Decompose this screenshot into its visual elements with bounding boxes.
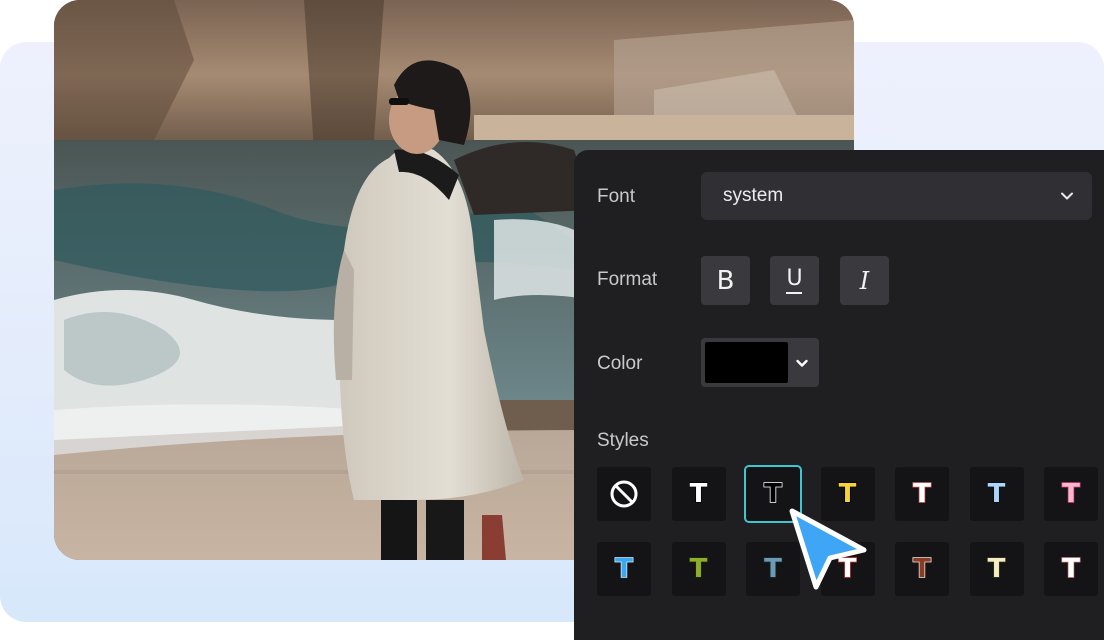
text-style-glyph: T bbox=[689, 554, 708, 584]
underline-glyph: U bbox=[786, 265, 803, 291]
text-style-glyph: T bbox=[987, 554, 1006, 584]
style-preset-row2-6[interactable]: T bbox=[969, 542, 1024, 596]
text-style-glyph: T bbox=[838, 479, 857, 509]
style-preset-row1-5[interactable]: T bbox=[895, 467, 949, 521]
bold-button[interactable]: B bbox=[701, 256, 750, 305]
text-style-glyph: T bbox=[689, 479, 708, 509]
text-style-glyph: T bbox=[763, 554, 782, 584]
style-preset-row2-7[interactable]: T bbox=[1044, 542, 1098, 596]
style-preset-row2-5[interactable]: T bbox=[895, 542, 949, 596]
chevron-down-icon bbox=[1061, 192, 1073, 200]
underline-button[interactable]: U bbox=[770, 256, 819, 305]
style-preset-none[interactable] bbox=[597, 467, 651, 521]
pointer-cursor-icon bbox=[789, 508, 867, 590]
text-style-glyph: T bbox=[987, 479, 1006, 509]
font-dropdown[interactable]: system bbox=[701, 172, 1092, 220]
format-label: Format bbox=[597, 269, 658, 290]
italic-icon: I bbox=[859, 266, 870, 295]
chevron-down-icon bbox=[796, 359, 808, 367]
text-style-glyph: T bbox=[614, 554, 633, 584]
text-style-glyph: T bbox=[1061, 554, 1080, 584]
color-swatch bbox=[705, 342, 788, 383]
style-preset-row1-7[interactable]: T bbox=[1044, 467, 1098, 521]
font-value: system bbox=[723, 185, 784, 206]
color-label: Color bbox=[597, 353, 643, 374]
styles-label: Styles bbox=[597, 430, 649, 451]
font-label: Font bbox=[597, 186, 636, 207]
text-style-glyph: T bbox=[1061, 479, 1080, 509]
text-style-glyph: T bbox=[912, 479, 931, 509]
underline-bar bbox=[786, 291, 803, 294]
no-style-icon bbox=[610, 480, 638, 508]
underline-icon: U bbox=[786, 265, 803, 294]
style-preset-row1-6[interactable]: T bbox=[969, 467, 1024, 521]
italic-button[interactable]: I bbox=[840, 256, 889, 305]
style-preset-row2-1[interactable]: T bbox=[597, 542, 651, 596]
bold-icon: B bbox=[716, 265, 735, 296]
style-preset-row1-2[interactable]: T bbox=[671, 467, 726, 521]
style-preset-row2-2[interactable]: T bbox=[671, 542, 726, 596]
text-style-glyph: T bbox=[912, 554, 931, 584]
color-picker[interactable] bbox=[701, 338, 819, 387]
text-style-glyph: T bbox=[763, 479, 782, 509]
